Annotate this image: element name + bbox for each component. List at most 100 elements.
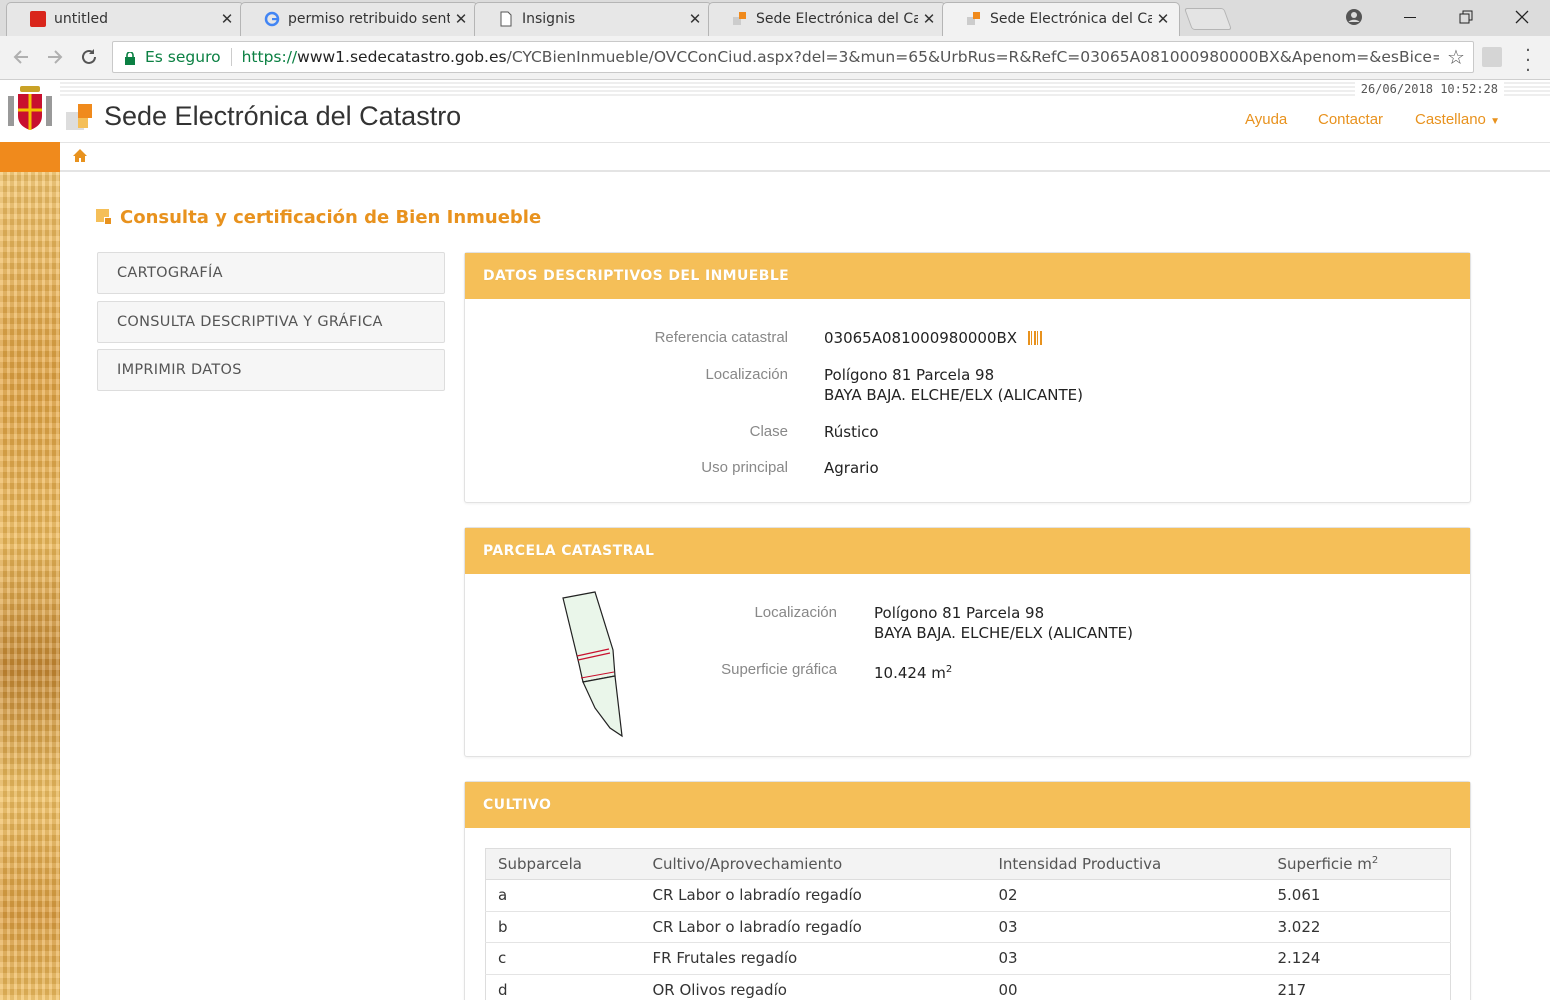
- parcel-location-label: Localización: [754, 604, 837, 621]
- profile-icon[interactable]: [1332, 0, 1376, 34]
- table-cell: b: [485, 910, 641, 943]
- column-header: Intensidad Productiva: [986, 848, 1266, 880]
- parcel-shape-image[interactable]: [555, 588, 635, 738]
- class-value: Rústico: [824, 423, 879, 441]
- pdf-extension-icon[interactable]: [1482, 47, 1502, 67]
- page-title: Consulta y certificación de Bien Inmuebl…: [120, 207, 542, 228]
- panel-heading: CULTIVO: [465, 782, 1470, 828]
- location-label: Localización: [705, 366, 788, 383]
- home-icon[interactable]: [72, 148, 88, 164]
- bookmark-star-icon[interactable]: ☆: [1439, 45, 1473, 69]
- parcel-location-line1: Polígono 81 Parcela 98: [874, 604, 1045, 622]
- address-bar[interactable]: Es seguro https://www1.sedecatastro.gob.…: [112, 41, 1474, 73]
- column-header: Subparcela: [485, 848, 641, 880]
- table-row: c FR Frutales regadío 03 2.124: [485, 942, 1451, 974]
- table-row: a CR Labor o labradío regadío 02 5.061: [485, 879, 1451, 911]
- table-cell: 02: [986, 879, 1266, 911]
- divider: [230, 48, 232, 66]
- tab-close-icon[interactable]: ✕: [1152, 10, 1174, 28]
- url-scheme: https://: [241, 48, 298, 66]
- surface-value-text: 10.424 m: [874, 664, 946, 682]
- panel-heading: DATOS DESCRIPTIVOS DEL INMUEBLE: [465, 253, 1470, 299]
- location-line2: BAYA BAJA. ELCHE/ELX (ALICANTE): [824, 386, 1083, 404]
- menu-kebab-icon[interactable]: · · ·: [1520, 42, 1536, 80]
- table-row: d OR Olivos regadío 00 217: [485, 973, 1451, 1000]
- spain-coat-of-arms-icon: [6, 82, 54, 134]
- tab-close-icon[interactable]: ✕: [216, 10, 238, 28]
- browser-tab-4[interactable]: Sede Electrónica del Cata ✕: [708, 2, 946, 36]
- ref-value-text: 03065A081000980000BX: [824, 329, 1018, 347]
- browser-tab-1[interactable]: untitled ✕: [6, 2, 244, 36]
- table-cell: 3.022: [1265, 910, 1451, 943]
- window-close-icon[interactable]: [1500, 0, 1544, 34]
- use-value: Agrario: [824, 459, 879, 477]
- table-cell: FR Frutales regadío: [640, 942, 987, 974]
- browser-tab-2[interactable]: permiso retribuido sente ✕: [240, 2, 478, 36]
- page-body: 26/06/2018 10:52:28 Sede Electrónica del…: [0, 80, 1550, 1000]
- crop-table: Subparcela Cultivo/Aprovechamiento Inten…: [485, 848, 1451, 1000]
- use-label: Uso principal: [701, 459, 788, 476]
- ref-value: 03065A081000980000BX: [824, 328, 1043, 348]
- help-link[interactable]: Ayuda: [1245, 111, 1287, 128]
- menu-cartografia-button[interactable]: CARTOGRAFÍA: [97, 252, 445, 294]
- catastro-icon: [966, 11, 982, 27]
- descriptive-data-panel: DATOS DESCRIPTIVOS DEL INMUEBLE Referenc…: [464, 252, 1471, 503]
- column-header-exponent: 2: [1371, 855, 1379, 866]
- table-cell: 2.124: [1265, 942, 1451, 974]
- table-cell: CR Labor o labradío regadío: [640, 910, 987, 943]
- surface-exponent: 2: [945, 664, 953, 675]
- header-rule: 26/06/2018 10:52:28: [60, 80, 1550, 96]
- language-label: Castellano: [1415, 111, 1486, 128]
- url-text[interactable]: https://www1.sedecatastro.gob.es/CYCBien…: [242, 48, 1439, 66]
- back-arrow-icon[interactable]: [6, 42, 36, 72]
- url-path: /CYCBienInmueble/OVCConCiud.aspx?del=3&m…: [506, 48, 1439, 66]
- table-cell: a: [485, 879, 641, 911]
- minimize-icon[interactable]: [1388, 0, 1432, 34]
- table-cell: c: [485, 942, 641, 974]
- document-icon: [498, 11, 514, 27]
- browser-tab-strip: untitled ✕ permiso retribuido sente ✕ In…: [0, 0, 1550, 36]
- parcel-location-line2: BAYA BAJA. ELCHE/ELX (ALICANTE): [874, 624, 1133, 642]
- menu-imprimir-button[interactable]: IMPRIMIR DATOS: [97, 349, 445, 391]
- table-cell: d: [485, 973, 641, 1000]
- tab-close-icon[interactable]: ✕: [918, 10, 940, 28]
- table-header-row: Subparcela Cultivo/Aprovechamiento Inten…: [485, 848, 1451, 880]
- tab-close-icon[interactable]: ✕: [450, 10, 472, 28]
- browser-toolbar: Es seguro https://www1.sedecatastro.gob.…: [0, 36, 1550, 80]
- city-banner-image: [0, 172, 60, 1000]
- class-label: Clase: [749, 423, 788, 440]
- restore-icon[interactable]: [1444, 0, 1488, 34]
- table-cell: 217: [1265, 973, 1451, 1000]
- menu-consulta-button[interactable]: CONSULTA DESCRIPTIVA Y GRÁFICA: [97, 301, 445, 343]
- parcel-panel: PARCELA CATASTRAL Localización Polígono …: [464, 527, 1471, 757]
- table-cell: OR Olivos regadío: [640, 973, 987, 1000]
- site-title[interactable]: Sede Electrónica del Catastro: [104, 101, 461, 132]
- catastro-icon: [732, 11, 748, 27]
- table-row: b CR Labor o labradío regadío 03 3.022: [485, 910, 1451, 943]
- breadcrumb: [60, 143, 1550, 172]
- orange-strip: [0, 142, 60, 172]
- secure-label: Es seguro: [145, 48, 221, 66]
- url-domain: www1.sedecatastro.gob.es: [297, 48, 507, 66]
- tab-close-icon[interactable]: ✕: [684, 10, 706, 28]
- surface-label: Superficie gráfica: [721, 661, 837, 678]
- table-cell: 00: [986, 973, 1266, 1000]
- new-tab-button[interactable]: [1183, 8, 1233, 30]
- caret-down-icon: ▼: [1490, 116, 1500, 127]
- contact-link[interactable]: Contactar: [1318, 111, 1383, 128]
- forward-arrow-icon[interactable]: [40, 42, 70, 72]
- browser-tab-3[interactable]: Insignis ✕: [474, 2, 712, 36]
- catastro-logo-icon: [66, 102, 98, 134]
- datetime-text: 26/06/2018 10:52:28: [1354, 82, 1504, 96]
- table-cell: 03: [986, 910, 1266, 943]
- ref-label: Referencia catastral: [654, 329, 788, 346]
- google-icon: [264, 11, 280, 27]
- barcode-icon[interactable]: [1027, 331, 1043, 345]
- red-app-icon: [30, 11, 46, 27]
- table-cell: 03: [986, 942, 1266, 974]
- reload-icon[interactable]: [74, 42, 104, 72]
- crop-panel: CULTIVO Subparcela Cultivo/Aprovechamien…: [464, 781, 1471, 1000]
- browser-tab-5-active[interactable]: Sede Electrónica del Cata ✕: [942, 2, 1180, 36]
- language-dropdown[interactable]: Castellano ▼: [1415, 111, 1500, 128]
- panel-heading: PARCELA CATASTRAL: [465, 528, 1470, 574]
